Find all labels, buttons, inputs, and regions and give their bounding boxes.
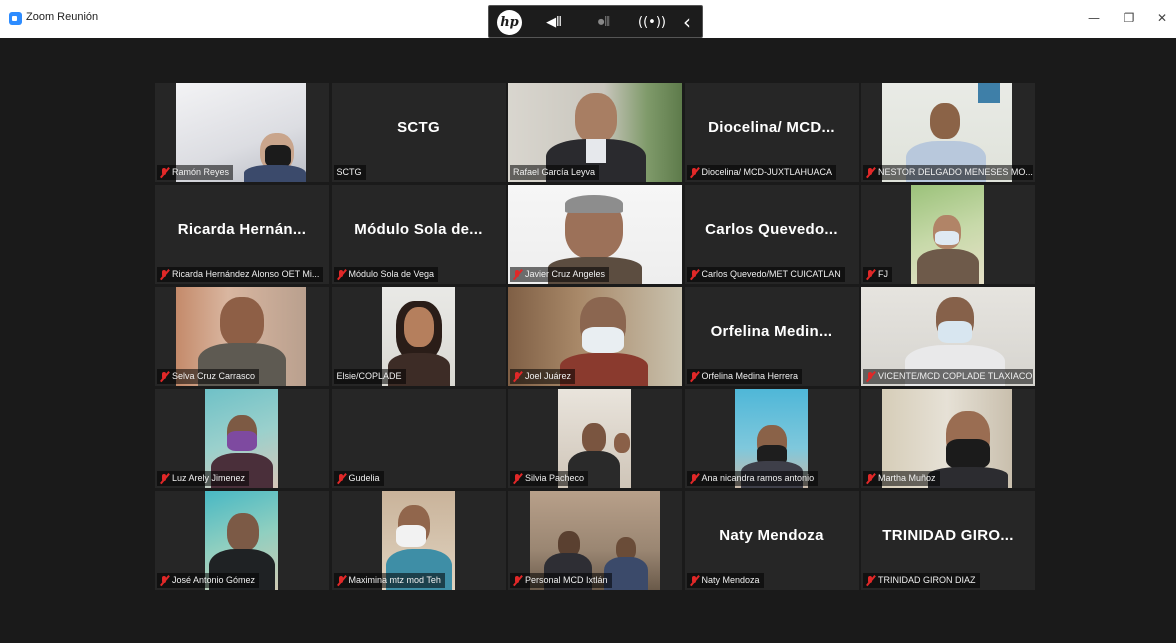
mic-muted-icon xyxy=(513,269,522,280)
participant-tile[interactable]: Javier Cruz Angeles xyxy=(508,185,682,284)
mic-muted-icon xyxy=(513,371,522,382)
participant-tile[interactable]: Selva Cruz Carrasco xyxy=(155,287,329,386)
restore-button[interactable]: ❐ xyxy=(1117,8,1141,28)
participant-tile[interactable]: Maximina mtz mod Teh xyxy=(331,491,506,590)
participant-tile[interactable]: Diocelina/ MCD... Diocelina/ MCD-JUXTLAH… xyxy=(684,83,859,182)
participant-label: Javier Cruz Angeles xyxy=(510,267,610,282)
participant-label: Rafael García Leyva xyxy=(510,165,600,180)
participant-label: NESTOR DELGADO MENESES MO... xyxy=(863,165,1033,180)
participant-display-name: Módulo Sola de... xyxy=(354,221,483,238)
participant-label: SCTG xyxy=(333,165,366,180)
participant-tile[interactable]: Orfelina Medin... Orfelina Medina Herrer… xyxy=(684,287,859,386)
participant-tile[interactable]: Personal MCD Ixtlán xyxy=(508,491,682,590)
minimize-button[interactable]: — xyxy=(1082,8,1106,28)
participant-label: Joel Juárez xyxy=(510,369,576,384)
meeting-area: Ramón Reyes SCTG SCTG Rafael García Leyv… xyxy=(0,38,1176,643)
participant-tile[interactable]: Luz Arely Jimenez xyxy=(155,389,329,488)
mic-muted-icon xyxy=(160,575,169,586)
mic-muted-icon xyxy=(866,371,875,382)
microphone-icon[interactable]: ⏺⦀ xyxy=(589,10,619,35)
participant-tile[interactable]: Carlos Quevedo... Carlos Quevedo/MET CUI… xyxy=(684,185,859,284)
mic-muted-icon xyxy=(337,575,346,586)
participant-label: Diocelina/ MCD-JUXTLAHUACA xyxy=(686,165,837,180)
participant-label: Naty Mendoza xyxy=(686,573,764,588)
participant-tile[interactable]: Naty Mendoza Naty Mendoza xyxy=(684,491,859,590)
participant-label: Silvia Pacheco xyxy=(510,471,589,486)
participant-tile[interactable]: FJ xyxy=(861,185,1035,284)
participant-tile[interactable]: José Antonio Gómez xyxy=(155,491,329,590)
mic-muted-icon xyxy=(866,269,875,280)
participant-label: Martha Muñoz xyxy=(863,471,940,486)
participant-tile[interactable]: SCTG SCTG xyxy=(331,83,506,182)
participant-video xyxy=(911,185,984,284)
participant-label: Ricarda Hernández Alonso OET Mi... xyxy=(157,267,324,282)
mic-muted-icon xyxy=(337,269,346,280)
broadcast-icon[interactable]: ((•)) xyxy=(635,10,669,35)
participant-tile[interactable]: Elsie/COPLADE xyxy=(331,287,506,386)
mic-muted-icon xyxy=(513,575,522,586)
participant-tile[interactable]: TRINIDAD GIRO... TRINIDAD GIRON DIAZ xyxy=(861,491,1035,590)
participant-tile[interactable]: Ricarda Hernán... Ricarda Hernández Alon… xyxy=(155,185,329,284)
participant-label: Módulo Sola de Vega xyxy=(333,267,439,282)
participant-label: Carlos Quevedo/MET CUICATLAN xyxy=(686,267,845,282)
mic-muted-icon xyxy=(690,371,699,382)
mic-muted-icon xyxy=(337,473,346,484)
participant-label: José Antonio Gómez xyxy=(157,573,260,588)
participant-label: Maximina mtz mod Teh xyxy=(333,573,445,588)
participant-tile[interactable]: NESTOR DELGADO MENESES MO... xyxy=(861,83,1035,182)
participant-display-name: Orfelina Medin... xyxy=(710,323,833,340)
participant-display-name: SCTG xyxy=(397,119,440,136)
participant-label: Orfelina Medina Herrera xyxy=(686,369,803,384)
participant-display-name: Naty Mendoza xyxy=(719,527,824,544)
participant-label: Elsie/COPLADE xyxy=(333,369,406,384)
mic-muted-icon xyxy=(160,269,169,280)
participant-tile[interactable]: VICENTE/MCD COPLADE TLAXIACO xyxy=(861,287,1035,386)
participant-tile-active-speaker[interactable]: Rafael García Leyva xyxy=(508,83,682,182)
mic-muted-icon xyxy=(690,575,699,586)
participant-label: Ana nicandra ramos antonio xyxy=(686,471,819,486)
participant-display-name: Carlos Quevedo... xyxy=(705,221,838,238)
participant-label: VICENTE/MCD COPLADE TLAXIACO xyxy=(863,369,1033,384)
hp-audio-toolbar: hp ◀⦀ ⏺⦀ ((•)) ‹ xyxy=(488,5,703,38)
mic-muted-icon xyxy=(690,473,699,484)
mic-muted-icon xyxy=(690,167,699,178)
participant-label: Selva Cruz Carrasco xyxy=(157,369,260,384)
participant-tile[interactable]: Ramón Reyes xyxy=(155,83,329,182)
participant-display-name: Diocelina/ MCD... xyxy=(708,119,835,136)
window-title: Zoom Reunión xyxy=(26,11,99,23)
participant-display-name: TRINIDAD GIRO... xyxy=(882,527,1014,544)
gallery-grid: Ramón Reyes SCTG SCTG Rafael García Leyv… xyxy=(155,83,1035,590)
participant-label: Luz Arely Jimenez xyxy=(157,471,250,486)
participant-tile[interactable]: Silvia Pacheco xyxy=(508,389,682,488)
mic-muted-icon xyxy=(866,473,875,484)
participant-label: Gudelia xyxy=(333,471,384,486)
participant-tile[interactable]: Módulo Sola de... Módulo Sola de Vega xyxy=(331,185,506,284)
mic-muted-icon xyxy=(160,473,169,484)
collapse-chevron-icon[interactable]: ‹ xyxy=(679,10,695,35)
mic-muted-icon xyxy=(160,371,169,382)
participant-label: Personal MCD Ixtlán xyxy=(510,573,612,588)
hp-logo-icon: hp xyxy=(497,10,522,35)
zoom-app-icon xyxy=(9,12,22,25)
participant-label: Ramón Reyes xyxy=(157,165,234,180)
participant-label: FJ xyxy=(863,267,892,282)
mic-muted-icon xyxy=(160,167,169,178)
participant-display-name: Ricarda Hernán... xyxy=(177,221,307,238)
close-button[interactable]: ✕ xyxy=(1150,8,1174,28)
mic-muted-icon xyxy=(866,575,875,586)
participant-tile[interactable]: Joel Juárez xyxy=(508,287,682,386)
mic-muted-icon xyxy=(690,269,699,280)
mic-muted-icon xyxy=(866,167,875,178)
participant-tile[interactable]: Martha Muñoz xyxy=(861,389,1035,488)
participant-tile[interactable]: Gudelia xyxy=(331,389,506,488)
speaker-icon[interactable]: ◀⦀ xyxy=(539,10,569,35)
participant-label: TRINIDAD GIRON DIAZ xyxy=(863,573,980,588)
mic-muted-icon xyxy=(513,473,522,484)
participant-tile[interactable]: Ana nicandra ramos antonio xyxy=(684,389,859,488)
